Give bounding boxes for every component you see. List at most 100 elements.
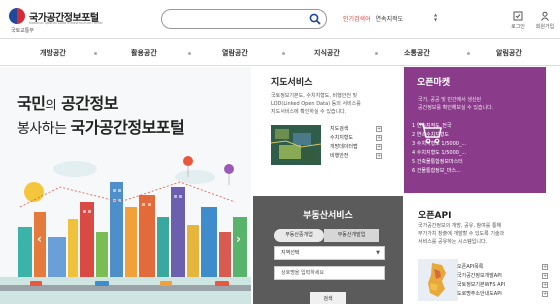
- open-api-links: 오픈API목록 + 국가공간정보개발API + 국토정보기본WFS API + 도로명…: [454, 263, 554, 299]
- tab-brokerage[interactable]: 부동산중개업: [274, 229, 324, 242]
- login-button[interactable]: 로그인: [503, 11, 533, 30]
- login-icon: [513, 11, 523, 21]
- description-line: 국토정보기본도, 수치지형도, 비행안전 및: [271, 93, 358, 99]
- open-market-description: 국가, 공공 및 민간에서 생산된 공간정보를 확인해보실 수 있습니다.: [418, 96, 538, 112]
- hero-text: 공간정보: [61, 94, 118, 113]
- link-label: 비행안전: [330, 153, 349, 159]
- description-line: 국가공간정보의 개방, 공유, 참여를 통해: [418, 223, 502, 229]
- description-line: 부가가치 창출에 개발할 수 있도록 기술과: [418, 231, 505, 237]
- nav-item-knowledge-space[interactable]: 지식공간: [314, 48, 340, 58]
- signup-button[interactable]: 회원가입: [530, 11, 560, 30]
- api-link-list[interactable]: 오픈API목록 +: [454, 263, 554, 272]
- signup-label: 회원가입: [535, 24, 555, 30]
- list-item[interactable]: 6 건물통합정보_마스...: [407, 167, 545, 176]
- plus-icon[interactable]: +: [542, 273, 548, 279]
- popular-keyword[interactable]: 연속지적도: [376, 16, 404, 23]
- plus-icon[interactable]: +: [376, 144, 382, 150]
- api-link-national[interactable]: 국가공간정보개발API +: [454, 272, 554, 281]
- hero-banner[interactable]: 국민의 공간정보 봉사하는 국가공간정보포털 ‹ ›: [0, 67, 251, 304]
- nav-item-notice-space[interactable]: 알림공간: [496, 48, 522, 58]
- logo-subtitle: National Spatial Data Infrastructure Por…: [29, 21, 103, 25]
- api-link-wfs[interactable]: 국토정보기본WFS API +: [454, 281, 554, 290]
- map-link-search[interactable]: 지도검색 +: [330, 125, 382, 134]
- popular-keywords[interactable]: 인기검색어 연속지적도: [343, 14, 403, 23]
- open-market-title[interactable]: 오픈마켓: [417, 75, 450, 88]
- search-icon[interactable]: [309, 13, 321, 25]
- link-label: 국가공간정보개발API: [457, 273, 502, 279]
- tab-development[interactable]: 부동산개발업: [324, 229, 379, 242]
- link-label: 수치지형도: [330, 135, 354, 141]
- nav-separator: [282, 52, 285, 55]
- open-api-description: 국가공간정보의 개방, 공유, 참여를 통해 부가가치 창출에 개발할 수 있도…: [418, 222, 548, 246]
- nav-item-use-space[interactable]: 활용공간: [131, 48, 157, 58]
- list-item-label: 4 수치지형도 1/5000_...: [412, 150, 467, 156]
- nav-separator: [188, 52, 191, 55]
- user-icon: [541, 11, 549, 21]
- plus-icon[interactable]: +: [376, 126, 382, 132]
- open-api-map-thumbnail[interactable]: [418, 259, 458, 301]
- map-service-description: 국토정보기본도, 수치지형도, 비행안전 및 LOD(Linked Open D…: [271, 92, 399, 116]
- link-label: 국토정보기본WFS API: [457, 282, 506, 288]
- map-service-links: 지도검색 + 수치지형도 + 개방데이터맵 + 비행안전 +: [330, 125, 382, 161]
- nav-item-communication-space[interactable]: 소통공간: [404, 48, 430, 58]
- real-estate-panel: 부동산서비스 부동산중개업 부동산개발업 지역선택 ▼ 상호명을 입력하세요 검…: [253, 196, 403, 304]
- hero-city-illustration: [0, 156, 251, 304]
- hero-text: 봉사하는: [17, 121, 67, 137]
- hero-text: 국가공간정보포털: [70, 118, 185, 137]
- site-header: 국가공간정보포털 National Spatial Data Infrastru…: [0, 0, 560, 38]
- plus-icon[interactable]: +: [542, 282, 548, 288]
- map-link-flight-safety[interactable]: 비행안전 +: [330, 152, 382, 161]
- hero-next-arrow-icon[interactable]: ›: [236, 232, 241, 246]
- region-select-value: 지역선택: [281, 250, 300, 256]
- nav-item-view-space[interactable]: 열람공간: [222, 48, 248, 58]
- description-line: 서비스를 공유하는 시스템입니다.: [418, 239, 488, 245]
- list-item-label: 3 수치지형도 1/5000_...: [412, 141, 467, 147]
- hero-text: 국민: [17, 94, 46, 113]
- link-label: 지도검색: [330, 126, 349, 132]
- plus-icon[interactable]: +: [542, 291, 548, 297]
- plus-icon[interactable]: +: [542, 264, 548, 270]
- list-item-label: 2 연속수치지형도: [412, 132, 449, 138]
- description-line: 지도서비스에 확인하실 수 있습니다.: [271, 109, 347, 115]
- map-service-title[interactable]: 지도서비스: [271, 75, 312, 88]
- list-item-label: 5 건축물통합정보마스터: [412, 159, 463, 165]
- government-emblem-icon: [9, 8, 25, 24]
- link-label: 도로명주소안내도API: [457, 291, 502, 297]
- map-link-opendata[interactable]: 개방데이터맵 +: [330, 143, 382, 152]
- nav-separator: [375, 52, 378, 55]
- search-button[interactable]: 검색: [310, 292, 346, 304]
- list-item[interactable]: 2 연속수치지형도: [407, 131, 545, 140]
- description-line: 공간정보를 확인해보실 수 있습니다.: [418, 105, 494, 111]
- nav-item-open-space[interactable]: 개방공간: [40, 48, 66, 58]
- login-label: 로그인: [511, 24, 525, 30]
- real-estate-title: 부동산서비스: [303, 211, 353, 221]
- list-item[interactable]: 3 수치지형도 1/5000_...: [407, 140, 545, 149]
- open-market-list: 1 연속지적도_전국 2 연속수치지형도 3 수치지형도 1/5000_... …: [407, 122, 545, 176]
- hero-headline-1: 국민의 공간정보: [17, 90, 118, 114]
- ministry-label: 국토교통부: [11, 28, 35, 34]
- hero-headline-2: 봉사하는 국가공간정보포털: [17, 114, 185, 138]
- description-line: 국가, 공공 및 민간에서 생산된: [418, 97, 482, 103]
- search-input[interactable]: [161, 9, 327, 29]
- region-select[interactable]: 지역선택 ▼: [274, 246, 385, 260]
- list-item-label: 1 연속지적도_전국: [412, 123, 452, 129]
- open-api-title[interactable]: 오픈API: [418, 208, 451, 221]
- link-label: 개방데이터맵: [330, 144, 358, 150]
- plus-icon[interactable]: +: [376, 153, 382, 159]
- hero-prev-arrow-icon[interactable]: ‹: [37, 232, 42, 246]
- chevron-down-icon: ▼: [376, 250, 380, 256]
- arrow-down-icon[interactable]: ▼: [434, 17, 439, 22]
- popular-keyword-label: 인기검색어: [343, 16, 371, 23]
- list-item[interactable]: 5 건축물통합정보마스터: [407, 158, 545, 167]
- map-link-topographic[interactable]: 수치지형도 +: [330, 134, 382, 143]
- nav-separator: [94, 52, 97, 55]
- api-link-road-address[interactable]: 도로명주소안내도API +: [454, 290, 554, 299]
- list-item-label: 6 건물통합정보_마스...: [412, 168, 461, 174]
- business-name-input[interactable]: 상호명을 입력하세요: [274, 266, 385, 280]
- site-logo[interactable]: 국가공간정보포털 National Spatial Data Infrastru…: [9, 8, 103, 34]
- plus-icon[interactable]: +: [376, 135, 382, 141]
- popular-keyword-arrows[interactable]: ▲ ▼: [434, 12, 439, 22]
- list-item[interactable]: 1 연속지적도_전국: [407, 122, 545, 131]
- list-item[interactable]: 4 수치지형도 1/5000_...: [407, 149, 545, 158]
- map-thumbnail[interactable]: [271, 125, 321, 165]
